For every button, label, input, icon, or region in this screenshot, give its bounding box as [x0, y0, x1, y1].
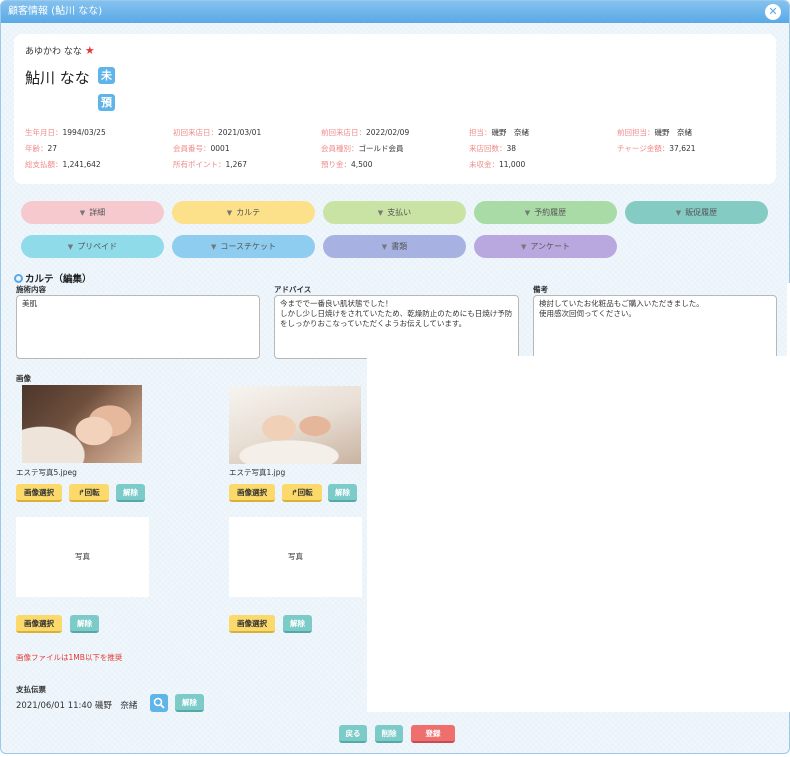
payment-slip-label: 支払伝票 [16, 685, 46, 694]
remove-button-3[interactable]: 解除 [70, 615, 99, 633]
image-select-button-1[interactable]: 画像選択 [16, 484, 62, 502]
close-icon[interactable]: ✕ [765, 4, 781, 20]
info-points: 所有ポイント：1,267 [173, 160, 247, 169]
photo-filename-1: エステ写真5.jpeg [16, 468, 77, 477]
section-title-karte: カルテ（編集） [14, 271, 92, 285]
treatment-label: 施術内容 [16, 285, 46, 294]
photo-placeholder-3[interactable]: 写真 [16, 517, 149, 597]
info-total-paid: 総支払額：1,241,642 [25, 160, 101, 169]
chevron-down-icon: ▼ [67, 243, 74, 251]
images-label: 画像 [16, 374, 31, 383]
info-first-visit: 初回来店日：2021/03/01 [173, 128, 262, 137]
advice-textarea[interactable]: 今までで一番良い肌状態でした！ しかし少し日焼けをされていたため、乾燥防止のため… [274, 295, 519, 359]
info-charge-amount: チャージ金額：37,621 [617, 144, 696, 153]
customer-name: 鮎川 なな [25, 69, 90, 87]
info-last-visit: 前回来店日：2022/02/09 [321, 128, 410, 137]
rotate-button-1[interactable]: ↱回転 [69, 484, 109, 502]
info-visit-count: 来店回数：38 [469, 144, 517, 153]
rotate-button-2[interactable]: ↱回転 [282, 484, 322, 502]
status-badge-unpaid: 未 [98, 67, 115, 84]
treatment-textarea[interactable]: 美肌 [16, 295, 260, 359]
chevron-down-icon: ▼ [226, 209, 233, 217]
info-age: 年齢：27 [25, 144, 58, 153]
tab-course-ticket[interactable]: ▼ コースチケット [172, 235, 315, 258]
chevron-down-icon: ▼ [524, 209, 531, 217]
image-size-warning: 画像ファイルは1MB以下を推奨 [16, 653, 123, 662]
chevron-down-icon: ▼ [377, 209, 384, 217]
tab-payment[interactable]: ▼ 支払い [323, 201, 466, 224]
chevron-down-icon: ▼ [381, 243, 388, 251]
customer-info-card: あゆかわ なな ★ 鮎川 なな 未 預 生年月日：1994/03/25 初回来店日… [14, 34, 776, 184]
chevron-down-icon: ▼ [79, 209, 86, 217]
tab-details[interactable]: ▼ 詳細 [21, 201, 164, 224]
tab-prepaid[interactable]: ▼ プリペイド [21, 235, 164, 258]
info-birthday: 生年月日：1994/03/25 [25, 128, 106, 137]
chevron-down-icon: ▼ [675, 209, 682, 217]
chevron-down-icon: ▼ [520, 243, 527, 251]
remove-button-1[interactable]: 解除 [116, 484, 145, 502]
info-deposit: 預り金：4,500 [321, 160, 373, 169]
search-button[interactable] [150, 694, 168, 712]
photo-placeholder-4[interactable]: 写真 [229, 517, 362, 597]
remove-button-2[interactable]: 解除 [328, 484, 357, 502]
tab-documents[interactable]: ▼ 書類 [323, 235, 466, 258]
tab-survey[interactable]: ▼ アンケート [474, 235, 617, 258]
notes-label: 備考 [533, 285, 548, 294]
delete-button[interactable]: 削除 [375, 725, 403, 743]
save-button[interactable]: 登録 [411, 725, 455, 743]
circle-icon [14, 274, 23, 283]
back-button[interactable]: 戻る [339, 725, 367, 743]
notes-textarea[interactable]: 検討していたお化粧品もご購入いただきました。 使用感次回伺ってください。 [533, 295, 777, 359]
info-staff: 担当：磯野 奈緒 [469, 128, 529, 137]
chevron-down-icon: ▼ [211, 243, 217, 251]
customer-kana: あゆかわ なな ★ [25, 44, 95, 57]
info-receivable: 未収金：11,000 [469, 160, 526, 169]
payment-remove-button[interactable]: 解除 [175, 694, 204, 712]
info-last-staff: 前回担当：磯野 奈緒 [617, 128, 692, 137]
status-badge-deposit: 預 [98, 94, 115, 111]
remove-button-4[interactable]: 解除 [283, 615, 312, 633]
dialog-titlebar: 顧客情報 (鮎川 なな) [1, 1, 789, 23]
tab-karte[interactable]: ▼ カルテ [172, 201, 315, 224]
advice-label: アドバイス [274, 285, 312, 294]
tab-promotion-history[interactable]: ▼ 販促履歴 [625, 201, 768, 224]
blank-region [367, 356, 790, 712]
image-select-button-4[interactable]: 画像選択 [229, 615, 275, 633]
image-select-button-3[interactable]: 画像選択 [16, 615, 62, 633]
customer-kana-text: あゆかわ なな [25, 47, 82, 57]
photo-thumbnail-1[interactable] [22, 385, 142, 463]
tab-reservation-history[interactable]: ▼ 予約履歴 [474, 201, 617, 224]
payment-slip-value: 2021/06/01 11:40 磯野 奈緒 [16, 701, 138, 711]
image-select-button-2[interactable]: 画像選択 [229, 484, 275, 502]
photo-thumbnail-2[interactable] [229, 386, 361, 464]
photo-filename-2: エステ写真1.jpg [229, 468, 286, 477]
star-icon: ★ [84, 44, 95, 57]
search-icon [153, 697, 165, 709]
dialog-title: 顧客情報 (鮎川 なな) [8, 6, 103, 17]
info-member-type: 会員種別：ゴールド会員 [321, 144, 404, 153]
info-member-number: 会員番号：0001 [173, 144, 230, 153]
